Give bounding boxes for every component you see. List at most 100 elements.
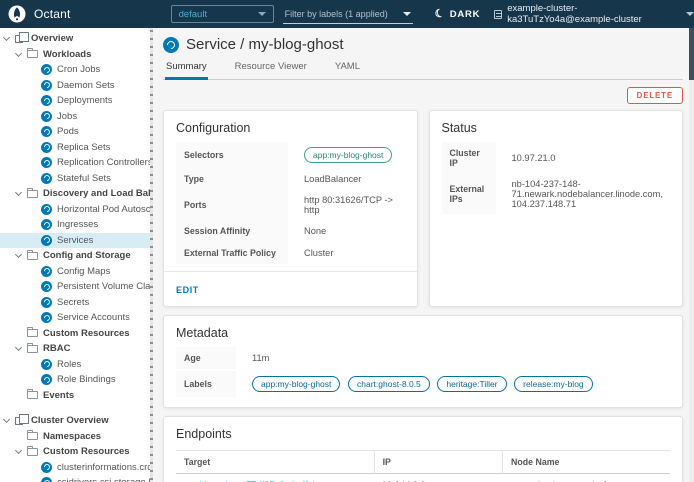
theme-toggle-label: DARK (450, 9, 481, 20)
sidebar-item-service-accounts[interactable]: Service Accounts (0, 310, 150, 326)
label-tag-chart[interactable]: chart:ghost-8.0.5 (348, 376, 430, 392)
cluster-context-label: example-cluster-ka3TuTzYo4a@example-clus… (507, 3, 679, 25)
sidebar-item-horizontal-pod-autoscalers[interactable]: Horizontal Pod Autoscalers (0, 202, 150, 218)
chevron-down-icon (258, 12, 266, 16)
endpoint-node-name: example-cluster-node-2 (502, 474, 670, 482)
scrollbar-thumb[interactable] (689, 28, 694, 80)
tab-resource-viewer[interactable]: Resource Viewer (234, 61, 308, 79)
sidebar-item-cron-jobs[interactable]: Cron Jobs (0, 62, 150, 78)
config-value-ports: http 80:31626/TCP -> http (288, 190, 405, 220)
namespace-value: default (179, 9, 208, 20)
resource-icon (41, 157, 52, 168)
resource-icon (41, 173, 52, 184)
sidebar-item-overview[interactable]: Overview (0, 31, 150, 47)
sidebar-item-jobs[interactable]: Jobs (0, 109, 150, 125)
sidebar-item-csidrivers[interactable]: csidrivers.csi.storage.k8s.io (0, 475, 150, 482)
sidebar-item-config-and-storage[interactable]: Config and Storage (0, 248, 150, 264)
configuration-card: Configuration Selectors app:my-blog-ghos… (163, 110, 418, 307)
resource-icon (41, 359, 52, 370)
resource-icon (41, 266, 52, 277)
metadata-label-labels: Labels (176, 371, 236, 397)
caret-down-icon[interactable] (3, 34, 10, 41)
folder-icon (27, 448, 38, 456)
sidebar-item-secrets[interactable]: Secrets (0, 295, 150, 311)
sidebar-item-ingresses[interactable]: Ingresses (0, 217, 150, 233)
label-tag-release[interactable]: release:my-blog (514, 376, 592, 392)
caret-down-icon[interactable] (15, 447, 22, 454)
sidebar-item-discovery-and-load-balancing[interactable]: Discovery and Load Balancing (0, 186, 150, 202)
config-value-session-affinity: None (288, 221, 326, 241)
sidebar-item-replication-controllers[interactable]: Replication Controllers (0, 155, 150, 171)
sidebar-item-config-maps[interactable]: Config Maps (0, 264, 150, 280)
label-tag-heritage[interactable]: heritage:Tiller (437, 376, 506, 392)
config-label-selectors: Selectors (176, 142, 288, 168)
selector-tag[interactable]: app:my-blog-ghost (304, 147, 392, 163)
label-filter-text: Filter by labels (1 applied) (285, 9, 388, 19)
delete-button[interactable]: DELETE (627, 87, 683, 104)
sidebar-item-role-bindings[interactable]: Role Bindings (0, 372, 150, 388)
sidebar-item-clusterinformations[interactable]: clusterinformations.crd.projec (0, 460, 150, 476)
metadata-card: Metadata Age 11m Labels app:my-blog-ghos… (163, 315, 683, 408)
resource-icon (41, 204, 52, 215)
folder-icon (27, 391, 38, 399)
tab-yaml[interactable]: YAML (334, 61, 361, 79)
sidebar-item-daemon-sets[interactable]: Daemon Sets (0, 78, 150, 94)
sidebar-item-deployments[interactable]: Deployments (0, 93, 150, 109)
status-label-cluster-ip: Cluster IP (442, 142, 496, 174)
resource-icon (41, 235, 52, 246)
namespace-dropdown[interactable]: default (171, 5, 274, 23)
sidebar-item-workloads[interactable]: Workloads (0, 47, 150, 63)
configuration-title: Configuration (164, 111, 417, 142)
metadata-title: Metadata (164, 316, 682, 347)
edit-link[interactable]: EDIT (176, 285, 199, 295)
label-filter-input[interactable]: Filter by labels (1 applied) (283, 4, 413, 24)
status-value-external-ips: nb-104-237-148-71.newark.nodebalancer.li… (496, 174, 671, 214)
endpoints-title: Endpoints (164, 417, 682, 448)
app-name: Octant (34, 7, 71, 21)
sidebar-item-namespaces[interactable]: Namespaces (0, 429, 150, 445)
window-scrollbar[interactable] (689, 28, 694, 482)
config-value-type: LoadBalancer (288, 169, 361, 189)
service-resource-icon (163, 37, 179, 53)
sidebar-item-stateful-sets[interactable]: Stateful Sets (0, 171, 150, 187)
sidebar-item-roles[interactable]: Roles (0, 357, 150, 373)
label-tag-app[interactable]: app:my-blog-ghost (252, 376, 340, 392)
folder-icon (27, 252, 38, 260)
moon-icon: ☾ (434, 7, 447, 20)
page-title: Service / my-blog-ghost (186, 36, 344, 53)
status-card: Status Cluster IP 10.97.21.0 External IP… (429, 110, 684, 307)
sidebar-item-pods[interactable]: Pods (0, 124, 150, 140)
resource-icon (41, 374, 52, 385)
status-value-cluster-ip: 10.97.21.0 (496, 148, 556, 168)
resource-icon (41, 95, 52, 106)
tab-summary[interactable]: Summary (165, 61, 208, 80)
caret-down-icon[interactable] (15, 50, 22, 57)
sidebar-item-custom-resources[interactable]: Custom Resources (0, 326, 150, 342)
app-header: Octant default Filter by labels (1 appli… (0, 0, 694, 28)
caret-down-icon[interactable] (3, 416, 10, 423)
table-row: my-blog-ghost-77df85c6cd-vf6dx 10.244.2.… (176, 474, 670, 482)
cluster-context-dropdown[interactable]: example-cluster-ka3TuTzYo4a@example-clus… (494, 3, 694, 25)
caret-down-icon[interactable] (15, 189, 22, 196)
layers-icon (15, 417, 23, 425)
sidebar-item-replica-sets[interactable]: Replica Sets (0, 140, 150, 156)
sidebar-item-cluster-custom-resources[interactable]: Custom Resources (0, 444, 150, 460)
folder-icon (27, 50, 38, 58)
sidebar-item-cluster-overview[interactable]: Cluster Overview (0, 413, 150, 429)
sidebar-item-events[interactable]: Events (0, 388, 150, 404)
layers-icon (15, 35, 23, 43)
sidebar-item-services[interactable]: Services (0, 233, 150, 249)
theme-toggle-button[interactable]: ☾ DARK (435, 9, 480, 20)
chevron-down-icon (686, 12, 694, 16)
caret-down-icon[interactable] (15, 344, 22, 351)
config-label-ports: Ports (176, 190, 288, 220)
endpoint-ip: 10.244.2.3 (374, 474, 502, 482)
metadata-value-age: 11m (236, 348, 269, 368)
config-value-external-traffic-policy: Cluster (288, 243, 333, 263)
sidebar-item-rbac[interactable]: RBAC (0, 341, 150, 357)
resource-icon (41, 281, 52, 292)
caret-down-icon[interactable] (15, 251, 22, 258)
column-header-node-name: Node Name (502, 451, 670, 474)
endpoints-table: Target IP Node Name my-blog-ghost-77df85… (176, 450, 670, 482)
sidebar-item-persistent-volume-claims[interactable]: Persistent Volume Claims (0, 279, 150, 295)
